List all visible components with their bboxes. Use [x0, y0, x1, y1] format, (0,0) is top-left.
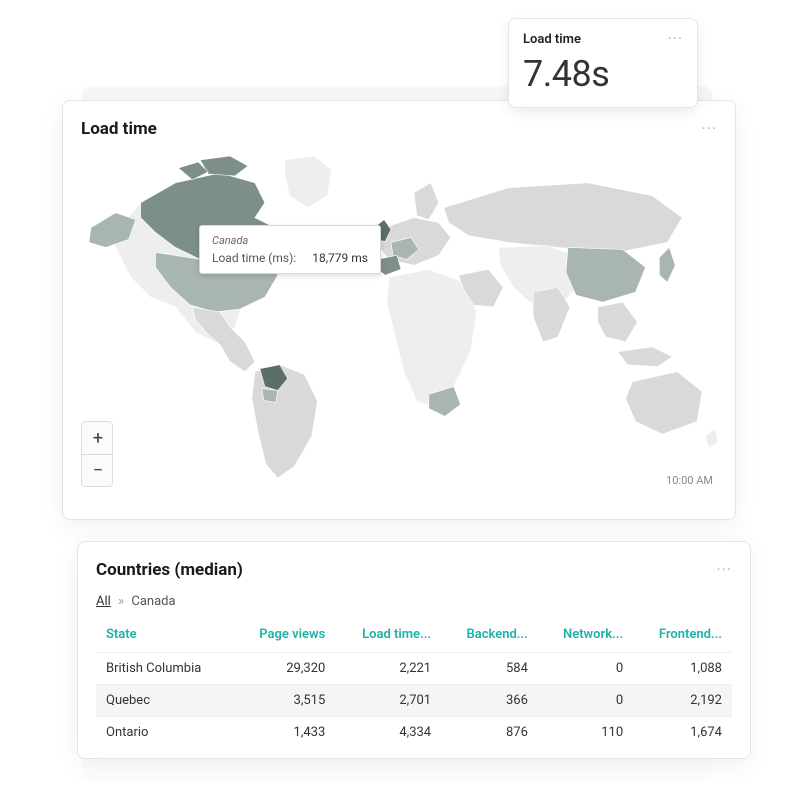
cell-backend: 584: [441, 653, 538, 685]
col-state[interactable]: State: [96, 619, 233, 653]
cell-page-views: 1,433: [233, 717, 335, 749]
cell-frontend: 1,088: [633, 653, 732, 685]
world-map-svg[interactable]: [81, 147, 717, 487]
table-card-title: Countries (median): [96, 560, 243, 580]
cell-frontend: 1,674: [633, 717, 732, 749]
countries-table-card: Countries (median) ··· All » Canada Stat…: [77, 541, 751, 759]
plus-icon: +: [93, 428, 103, 449]
tooltip-country: Canada: [212, 234, 368, 247]
cell-load-time: 4,334: [335, 717, 441, 749]
breadcrumb-separator: »: [118, 594, 124, 609]
map-card-title: Load time: [81, 119, 157, 139]
region-africa[interactable]: [387, 269, 476, 406]
col-load-time[interactable]: Load time...: [335, 619, 441, 653]
region-russia[interactable]: [444, 183, 683, 253]
col-backend[interactable]: Backend...: [441, 619, 538, 653]
cell-state: Ontario: [96, 717, 233, 749]
col-frontend[interactable]: Frontend...: [633, 619, 732, 653]
kpi-title: Load time: [523, 32, 581, 47]
region-greenland[interactable]: [285, 156, 332, 208]
cell-frontend: 2,192: [633, 685, 732, 717]
col-network[interactable]: Network...: [538, 619, 633, 653]
cell-network: 110: [538, 717, 633, 749]
table-row[interactable]: Quebec 3,515 2,701 366 0 2,192: [96, 685, 732, 717]
zoom-controls: + −: [81, 421, 113, 487]
region-mexico[interactable]: [192, 307, 255, 372]
cell-state: British Columbia: [96, 653, 233, 685]
zoom-in-button[interactable]: +: [82, 422, 113, 454]
countries-table: State Page views Load time... Backend...…: [96, 619, 732, 748]
map-timestamp: 10:00 AM: [666, 474, 713, 487]
minus-icon: −: [93, 460, 103, 481]
cell-load-time: 2,221: [335, 653, 441, 685]
tooltip-metric-value: 18,779 ms: [312, 251, 368, 265]
cell-page-views: 3,515: [233, 685, 335, 717]
kpi-card-load-time: Load time ··· 7.48s: [508, 18, 698, 108]
map-card: Load time ···: [62, 100, 736, 520]
region-ecuador[interactable]: [262, 389, 278, 403]
cell-backend: 876: [441, 717, 538, 749]
cell-load-time: 2,701: [335, 685, 441, 717]
region-japan[interactable]: [659, 247, 675, 282]
table-row[interactable]: British Columbia 29,320 2,221 584 0 1,08…: [96, 653, 732, 685]
cell-state: Quebec: [96, 685, 233, 717]
breadcrumb-leaf: Canada: [131, 594, 175, 609]
region-china[interactable]: [566, 247, 646, 302]
cell-network: 0: [538, 653, 633, 685]
cell-network: 0: [538, 685, 633, 717]
region-australia[interactable]: [626, 372, 703, 435]
kpi-menu-dots-icon[interactable]: ···: [667, 31, 683, 47]
map-menu-dots-icon[interactable]: ···: [701, 121, 717, 137]
breadcrumb-root[interactable]: All: [96, 594, 111, 609]
col-page-views[interactable]: Page views: [233, 619, 335, 653]
table-row[interactable]: Ontario 1,433 4,334 876 110 1,674: [96, 717, 732, 749]
world-map[interactable]: Canada Load time (ms): 18,779 ms + − 10:…: [81, 147, 717, 487]
cell-page-views: 29,320: [233, 653, 335, 685]
tooltip-metric-label: Load time (ms):: [212, 251, 296, 265]
breadcrumb: All » Canada: [78, 594, 750, 619]
table-menu-dots-icon[interactable]: ···: [716, 562, 732, 578]
kpi-value: 7.48s: [523, 53, 683, 95]
map-tooltip: Canada Load time (ms): 18,779 ms: [199, 225, 381, 274]
cell-backend: 366: [441, 685, 538, 717]
zoom-out-button[interactable]: −: [82, 454, 113, 486]
